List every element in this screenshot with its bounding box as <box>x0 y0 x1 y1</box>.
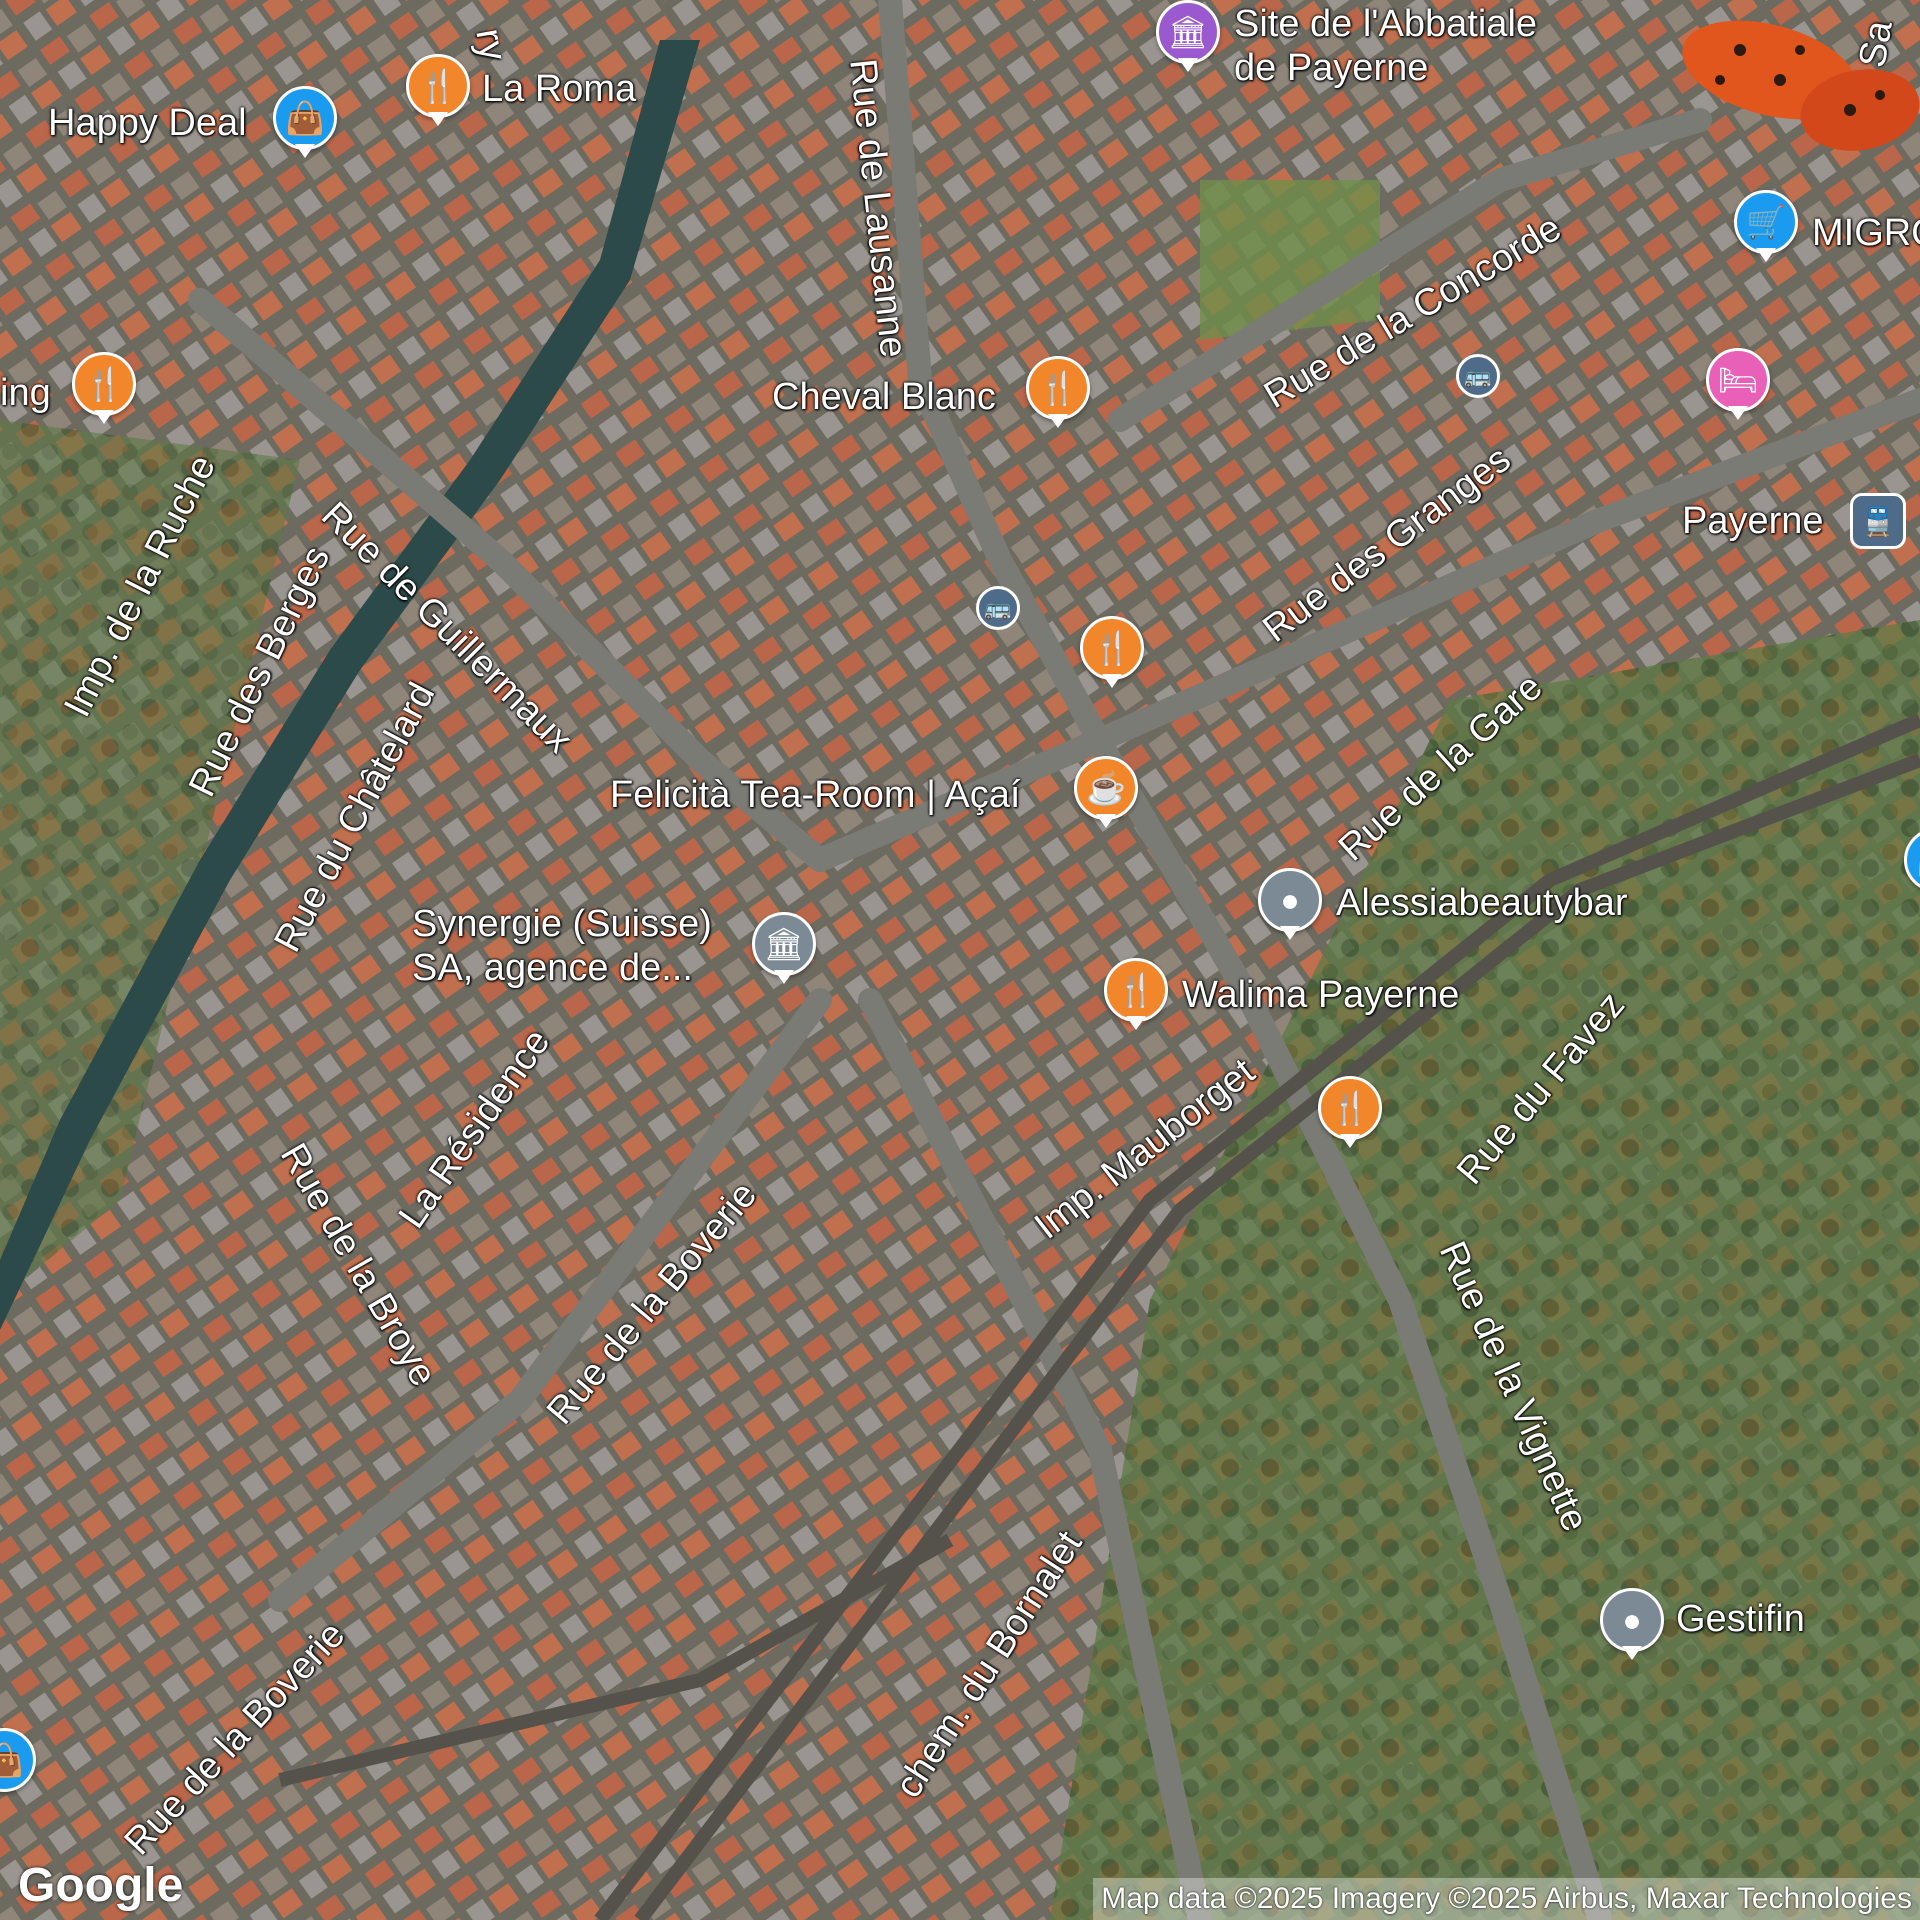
fork-knife-icon: 🍴 <box>1026 356 1090 420</box>
fork-knife-icon: 🍴 <box>1318 1076 1382 1140</box>
bed-icon: 🛏 <box>1706 348 1770 412</box>
fork-knife-icon: 🍴 <box>1104 958 1168 1022</box>
coffee-cup-icon: ☕ <box>1074 756 1138 820</box>
location-pin-icon: ● <box>1600 1588 1664 1652</box>
fork-knife-icon: 🍴 <box>406 54 470 118</box>
shopping-cart-icon: 🛒 <box>1734 190 1798 254</box>
transit-label-payerne[interactable]: Payerne <box>1682 502 1824 540</box>
poi-label-ing[interactable]: ing <box>0 374 51 412</box>
shopping-bag-icon: 👜 <box>273 86 337 150</box>
poi-label-gestifin[interactable]: Gestifin <box>1676 1600 1805 1638</box>
location-pin-icon: ● <box>1258 868 1322 932</box>
map-attribution[interactable]: Map data ©2025 Imagery ©2025 Airbus, Max… <box>1093 1878 1920 1920</box>
street-label-sa: Sa <box>1851 17 1901 71</box>
poi-label-synergie[interactable]: Synergie (Suisse) SA, agence de... <box>412 902 712 990</box>
bus-stop-icon[interactable]: 🚌 <box>976 586 1020 630</box>
google-logo: Google <box>18 1859 184 1912</box>
poi-label-happy-deal[interactable]: Happy Deal <box>48 104 247 142</box>
poi-label-cheval-blanc[interactable]: Cheval Blanc <box>772 378 996 416</box>
street-label-ry: ry <box>467 25 515 64</box>
poi-label-walima[interactable]: Walima Payerne <box>1182 976 1459 1014</box>
fork-knife-icon: 🍴 <box>1080 616 1144 680</box>
poi-label-migros[interactable]: MIGRO <box>1812 214 1920 252</box>
poi-label-felicita[interactable]: Felicità Tea-Room | Açaí <box>610 776 1020 814</box>
poi-label-site-abbatiale[interactable]: Site de l'Abbatiale de Payerne <box>1234 2 1537 90</box>
bus-stop-icon[interactable]: 🚌 <box>1456 354 1500 398</box>
bank-icon: 🏛 <box>752 912 816 976</box>
train-station-icon[interactable]: 🚆 <box>1850 493 1906 549</box>
fork-knife-icon: 🍴 <box>72 352 136 416</box>
museum-icon: 🏛 <box>1156 0 1220 64</box>
poi-label-alessia[interactable]: Alessiabeautybar <box>1336 884 1628 922</box>
poi-label-la-roma[interactable]: La Roma <box>482 70 636 108</box>
